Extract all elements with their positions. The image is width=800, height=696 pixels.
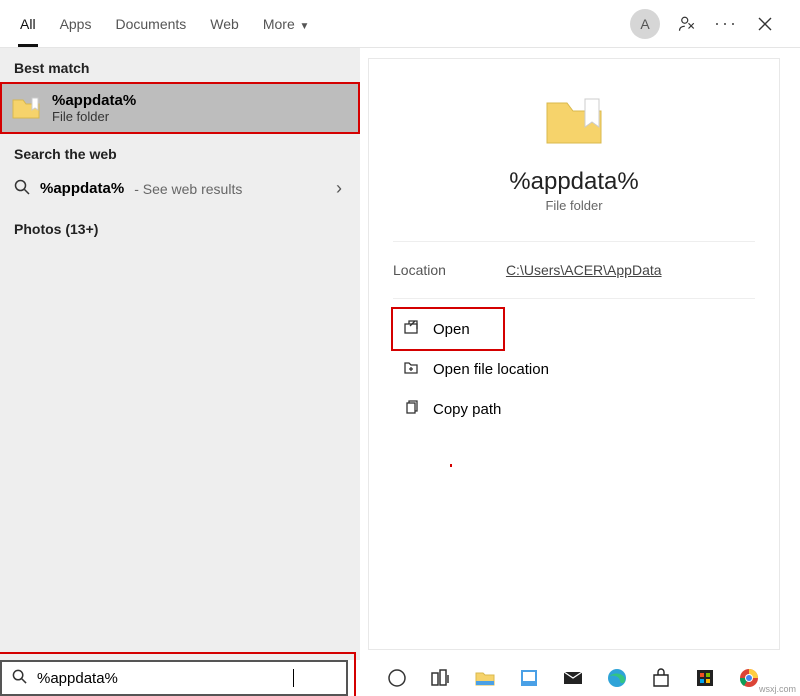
app-icon-orange[interactable] [694, 667, 716, 689]
search-web-result[interactable]: %appdata% - See web results › [0, 168, 360, 209]
web-suffix: - See web results [134, 181, 242, 197]
preview-column: %appdata% File folder Location C:\Users\… [360, 48, 800, 660]
action-open-file-location[interactable]: Open file location [393, 349, 755, 389]
search-input-container[interactable] [0, 660, 348, 696]
search-web-heading: Search the web [0, 134, 360, 168]
user-avatar[interactable]: A [630, 9, 660, 39]
action-open-label: Open [433, 321, 470, 338]
best-match-heading: Best match [0, 48, 360, 82]
edge-icon[interactable] [606, 667, 628, 689]
open-icon [403, 319, 419, 339]
file-explorer-icon[interactable] [474, 667, 496, 689]
copy-icon [403, 399, 419, 419]
watermark: wsxj.com [757, 684, 798, 694]
best-match-result[interactable]: %appdata% File folder [0, 82, 360, 134]
action-copy-path[interactable]: Copy path [393, 389, 755, 429]
location-value[interactable]: C:\Users\ACER\AppData [506, 262, 662, 278]
annotation-dot [450, 464, 452, 467]
mail-icon[interactable] [562, 667, 584, 689]
feedback-icon[interactable] [678, 15, 696, 33]
text-cursor [293, 669, 294, 687]
chevron-right-icon: › [336, 178, 342, 199]
search-input[interactable] [35, 669, 295, 688]
photos-heading: Photos (13+) [0, 209, 360, 243]
location-label: Location [393, 262, 446, 278]
web-term: %appdata% [40, 180, 124, 197]
result-subtitle: File folder [52, 109, 136, 124]
chevron-down-icon: ▼ [297, 21, 310, 32]
close-icon[interactable] [756, 15, 774, 33]
search-icon [14, 179, 30, 198]
folder-icon-large [545, 95, 603, 150]
tab-all[interactable]: All [8, 2, 48, 46]
search-scope-tabs: All Apps Documents Web More ▼ A ··· [0, 0, 800, 48]
folder-location-icon [403, 359, 419, 379]
more-options[interactable]: ··· [714, 13, 738, 34]
tab-web[interactable]: Web [198, 2, 251, 46]
task-view-icon[interactable] [430, 667, 452, 689]
preview-subtitle: File folder [545, 198, 602, 213]
search-icon [12, 669, 27, 687]
store-icon[interactable] [650, 667, 672, 689]
results-column: Best match %appdata% File folder Search … [0, 48, 360, 660]
result-title: %appdata% [52, 92, 136, 109]
app-icon-blue[interactable] [518, 667, 540, 689]
cortana-icon[interactable] [386, 667, 408, 689]
action-copy-path-label: Copy path [433, 401, 501, 418]
folder-icon [12, 96, 40, 120]
action-open[interactable]: Open [393, 309, 503, 349]
preview-title: %appdata% [509, 168, 638, 196]
tab-documents[interactable]: Documents [103, 2, 198, 46]
tab-apps[interactable]: Apps [48, 2, 104, 46]
action-open-file-location-label: Open file location [433, 361, 549, 378]
tab-more[interactable]: More ▼ [251, 2, 322, 46]
taskbar [360, 660, 800, 696]
